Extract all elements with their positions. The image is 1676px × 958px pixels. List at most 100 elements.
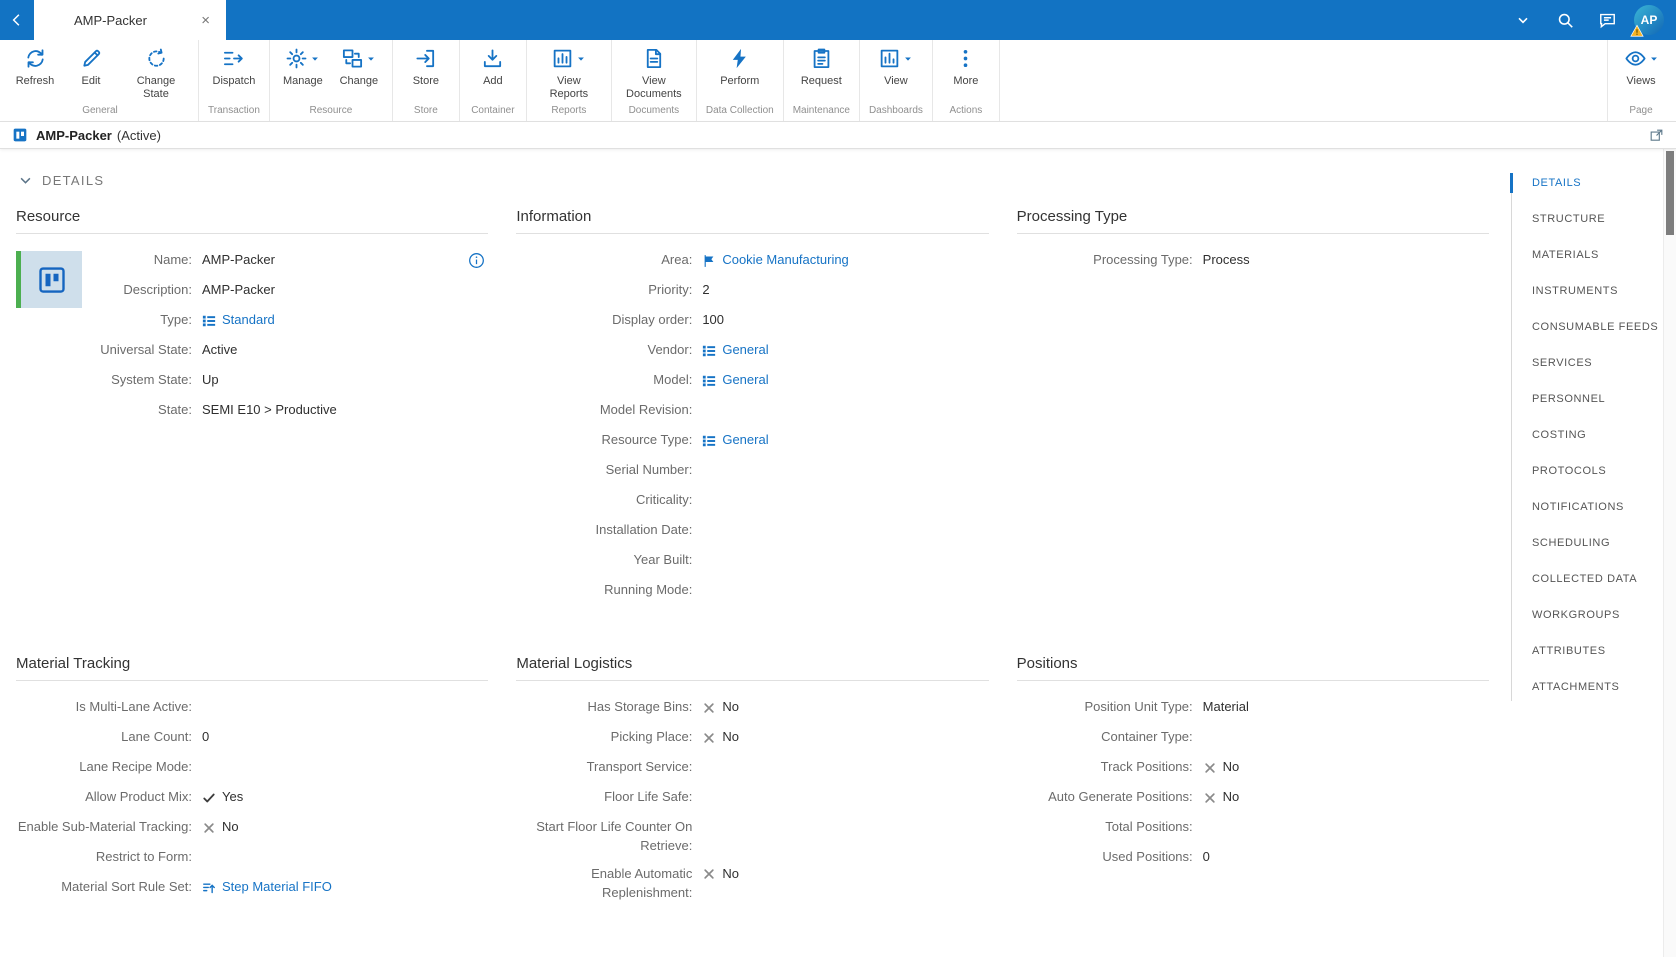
link-cookie-manufacturing[interactable]: Cookie Manufacturing <box>702 251 849 270</box>
field-floor-life-safe: Floor Life Safe: <box>516 788 988 809</box>
main-area: DETAILS Resource Name: AMP-Packer Descripti… <box>0 149 1676 957</box>
link-general[interactable]: General <box>702 341 769 360</box>
field-value: AMP-Packer <box>202 282 275 298</box>
sidebar-item-scheduling[interactable]: SCHEDULING <box>1512 537 1663 549</box>
ribbon-group-maintenance: Request Maintenance <box>784 40 860 121</box>
ribbon-button-add[interactable]: Add <box>465 45 521 89</box>
info-icon[interactable] <box>467 251 486 270</box>
field-label: Lane Count: <box>121 729 192 744</box>
ribbon-button-label: Manage <box>282 75 323 87</box>
ribbon-button-request[interactable]: Request <box>793 45 849 89</box>
field-model-revision: Model Revision: <box>516 401 988 422</box>
field-value: No <box>702 698 739 717</box>
field-label: Area: <box>661 252 693 267</box>
chevron-down-icon <box>18 173 33 188</box>
gear-icon <box>285 47 308 73</box>
ribbon-button-manage[interactable]: Manage <box>275 45 331 89</box>
field-display-order: Display order: 100 <box>516 311 988 332</box>
link-step-material-fifo[interactable]: Step Material FIFO <box>202 878 332 897</box>
dropdown-caret-icon <box>901 52 913 67</box>
link-general[interactable]: General <box>702 371 769 390</box>
ribbon-button-refresh[interactable]: Refresh <box>7 45 63 89</box>
sidebar-item-attributes[interactable]: ATTRIBUTES <box>1512 645 1663 657</box>
sidebar-item-services[interactable]: SERVICES <box>1512 357 1663 369</box>
ribbon-group-label: Reports <box>551 105 587 116</box>
ribbon-button-store[interactable]: Store <box>398 45 454 89</box>
ribbon-button-view-documents[interactable]: View Documents <box>617 45 691 102</box>
topbar-dropdown-button[interactable] <box>1502 0 1544 40</box>
link-standard[interactable]: Standard <box>202 311 275 330</box>
cross-icon <box>1203 791 1217 805</box>
messages-button[interactable] <box>1586 0 1628 40</box>
sidebar-item-personnel[interactable]: PERSONNEL <box>1512 393 1663 405</box>
sidebar-item-details[interactable]: DETAILS <box>1510 173 1663 193</box>
ribbon-button-dispatch[interactable]: Dispatch <box>206 45 262 89</box>
field-label: Universal State: <box>100 342 192 357</box>
ribbon-button-view-reports[interactable]: View Reports <box>532 45 606 102</box>
change-icon <box>341 47 364 73</box>
field-is-multi-lane-active: Is Multi-Lane Active: <box>16 698 488 719</box>
cross-icon <box>702 867 716 881</box>
field-vendor: Vendor: General <box>516 341 988 362</box>
link-general[interactable]: General <box>702 431 769 450</box>
field-label: Material Sort Rule Set: <box>61 879 192 894</box>
back-button[interactable] <box>0 0 34 40</box>
field-used-positions: Used Positions: 0 <box>1017 848 1489 869</box>
search-button[interactable] <box>1544 0 1586 40</box>
ribbon-button-edit[interactable]: Edit <box>63 45 119 89</box>
field-label: Priority: <box>648 282 693 297</box>
ribbon-button-more[interactable]: More <box>938 45 994 89</box>
sidebar-item-protocols[interactable]: PROTOCOLS <box>1512 465 1663 477</box>
avatar[interactable]: AP <box>1630 5 1664 37</box>
sidebar-item-collected-data[interactable]: COLLECTED DATA <box>1512 573 1663 585</box>
sidebar-item-workgroups[interactable]: WORKGROUPS <box>1512 609 1663 621</box>
dispatch-icon <box>222 47 245 73</box>
field-description: Description: AMP-Packer <box>96 281 488 302</box>
sidebar-item-costing[interactable]: COSTING <box>1512 429 1663 441</box>
field-priority: Priority: 2 <box>516 281 988 302</box>
bolt-icon <box>728 47 751 73</box>
field-value: SEMI E10 > Productive <box>202 402 337 418</box>
open-panel-button[interactable] <box>1649 128 1664 143</box>
sidebar-item-materials[interactable]: MATERIALS <box>1512 249 1663 261</box>
field-label: Container Type: <box>1101 729 1193 744</box>
ribbon-button-view[interactable]: View <box>868 45 924 89</box>
field-value: No <box>702 728 739 747</box>
vertical-scrollbar[interactable] <box>1663 149 1676 957</box>
scrollbar-thumb[interactable] <box>1666 151 1674 235</box>
section-nav: DETAILS STRUCTURE MATERIALS INSTRUMENTS CONS… <box>1510 149 1663 957</box>
ribbon-button-perform[interactable]: Perform <box>712 45 768 89</box>
sidebar-item-notifications[interactable]: NOTIFICATIONS <box>1512 501 1663 513</box>
tab-amp-packer[interactable]: AMP-Packer × <box>34 0 226 40</box>
panel-material-logistics: Material Logistics Has Storage Bins: No Pic… <box>516 655 989 911</box>
ribbon-button-change-state[interactable]: Change State <box>119 45 193 102</box>
field-name: Name: AMP-Packer <box>96 251 488 272</box>
search-icon <box>1558 13 1573 28</box>
ribbon-group-resource: Manage Change Resource <box>270 40 393 121</box>
list-icon <box>202 314 216 328</box>
field-value: No <box>702 865 739 884</box>
store-icon <box>414 47 437 73</box>
field-value: AMP-Packer <box>202 252 275 268</box>
ribbon-group-page: Views Page <box>1607 40 1674 121</box>
field-resource-type: Resource Type: General <box>516 431 988 452</box>
ribbon-group-label: Page <box>1629 105 1653 116</box>
ribbon-group-general: Refresh Edit Change State General <box>2 40 199 121</box>
sidebar-item-attachments[interactable]: ATTACHMENTS <box>1512 681 1663 693</box>
field-criticality: Criticality: <box>516 491 988 512</box>
ribbon-button-change[interactable]: Change <box>331 45 387 89</box>
sidebar-item-structure[interactable]: STRUCTURE <box>1512 213 1663 225</box>
details-section-toggle[interactable]: DETAILS <box>18 173 1489 188</box>
eye-icon <box>1624 47 1647 73</box>
field-lane-recipe-mode: Lane Recipe Mode: <box>16 758 488 779</box>
field-value: Process <box>1202 252 1250 268</box>
sidebar-item-instruments[interactable]: INSTRUMENTS <box>1512 285 1663 297</box>
ribbon-button-views[interactable]: Views <box>1613 45 1669 89</box>
panel-title: Processing Type <box>1016 208 1489 234</box>
tab-close-icon[interactable]: × <box>197 11 214 30</box>
document-icon <box>642 47 665 73</box>
ribbon-button-label: More <box>953 75 979 87</box>
sidebar-item-consumable-feeds[interactable]: CONSUMABLE FEEDS <box>1512 321 1663 333</box>
field-value: No <box>1203 788 1239 807</box>
field-label: Description: <box>123 282 192 297</box>
